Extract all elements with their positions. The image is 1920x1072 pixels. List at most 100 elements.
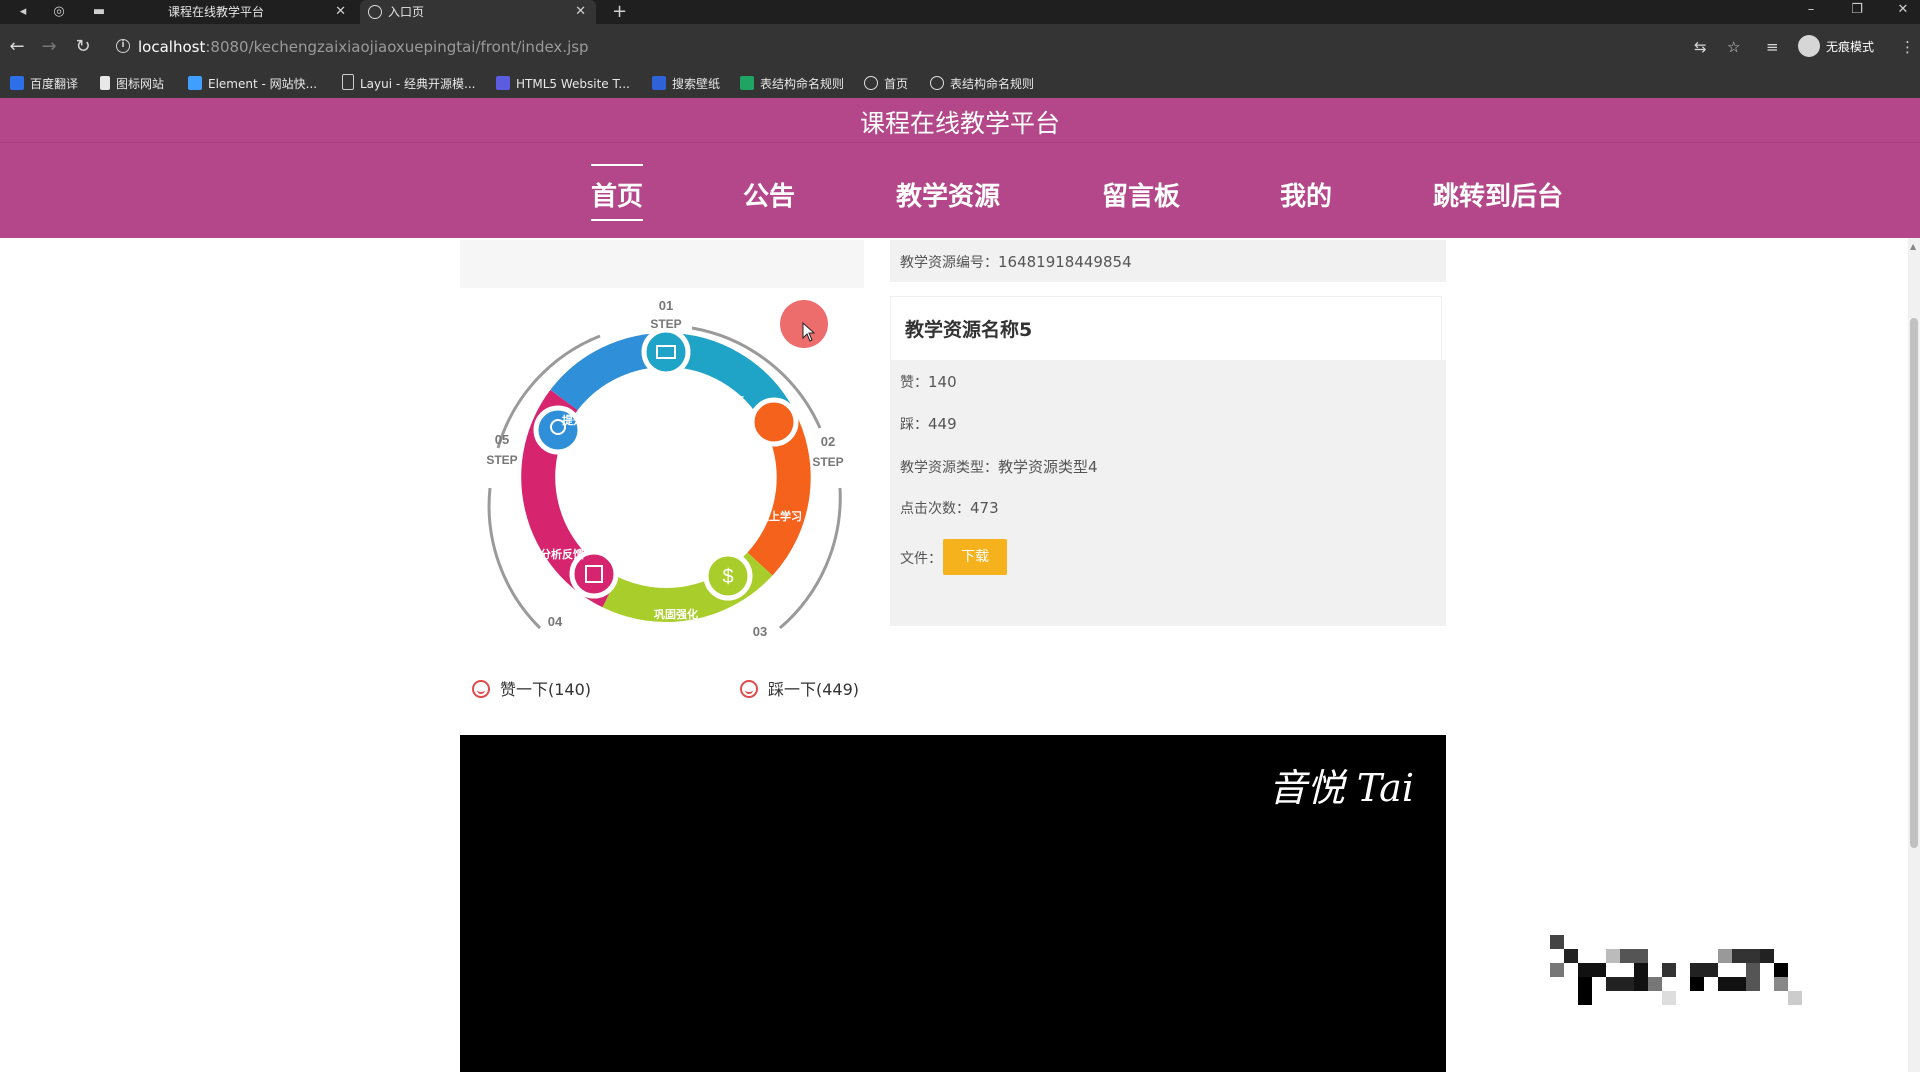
tab-entry-page[interactable]: 入口页 ✕ (360, 0, 596, 24)
video-watermark: 音悦 Tai (1268, 766, 1414, 810)
bookmark-label: 搜索壁纸 (672, 77, 721, 91)
step-label: 巩固强化 (654, 607, 698, 621)
menu-icon[interactable]: ⋮ (1900, 36, 1915, 58)
close-window-icon[interactable]: ✕ (1888, 0, 1918, 24)
translate-icon[interactable]: ⇆ (1694, 36, 1707, 58)
like-button[interactable]: 赞一下(140) (472, 676, 591, 700)
bookmark-home[interactable]: 首页 (864, 70, 908, 98)
page-scrollbar[interactable]: ▲ (1908, 238, 1920, 1072)
step-label: 任务发布 (699, 393, 744, 407)
resource-type-row: 教学资源类型：教学资源类型4 (900, 456, 1098, 477)
wallpaper-icon (652, 76, 666, 90)
resource-id-label: 教学资源编号： (900, 255, 998, 271)
resource-details: 赞：140 踩：449 教学资源类型：教学资源类型4 点击次数：473 文件： … (890, 360, 1446, 626)
dislike-count-row: 踩：449 (900, 414, 957, 434)
video-player[interactable]: 音悦 Tai (460, 735, 1446, 1072)
clock-icon (749, 397, 799, 447)
bookmark-label: 表结构命名规则 (950, 77, 1035, 91)
step-word: STEP (812, 455, 843, 469)
dislike-button[interactable]: 踩一下(449) (740, 676, 859, 700)
layui-icon (342, 74, 354, 90)
bookmark-table-naming[interactable]: 表结构命名规则 (740, 70, 844, 98)
tab-course-platform[interactable]: 课程在线教学平台 ✕ (140, 0, 356, 24)
new-tab-button[interactable]: + (612, 0, 627, 24)
bookmark-label: Layui - 经典开源模... (360, 77, 476, 91)
dislike-count-value: 449 (928, 415, 957, 433)
bookmark-icon-site[interactable]: 图标网站 (100, 70, 164, 98)
audio-icon[interactable]: ◂ (14, 3, 32, 21)
nav-go-to-admin[interactable]: 跳转到后台 (1433, 176, 1563, 213)
bookmark-table-naming-2[interactable]: 表结构命名规则 (930, 70, 1034, 98)
mail-icon (641, 327, 691, 377)
step-label: 线上学习 (758, 509, 802, 523)
scroll-up-icon[interactable]: ▲ (1910, 242, 1916, 251)
dollar-glyph: $ (722, 566, 733, 588)
bookmark-html5[interactable]: HTML5 Website T... (496, 70, 630, 98)
step-number: 01 (659, 298, 673, 313)
nav-active-indicator (591, 164, 643, 166)
restore-icon[interactable]: ❐ (1842, 0, 1872, 24)
nav-announcements[interactable]: 公告 (743, 176, 795, 213)
bookmark-label: HTML5 Website T... (516, 77, 630, 91)
step-word: STEP (486, 453, 517, 467)
like-count-row: 赞：140 (900, 372, 957, 392)
element-icon (188, 76, 202, 90)
click-count-value: 473 (970, 499, 999, 517)
globe-icon (930, 76, 944, 90)
nav-mine[interactable]: 我的 (1280, 176, 1332, 213)
url-text: localhost:8080/kechengzaixiaojiaoxueping… (138, 38, 589, 56)
flag-icon (100, 76, 110, 90)
forward-icon[interactable]: → (38, 36, 60, 58)
header-divider (0, 142, 1920, 143)
like-label: 赞一下(140) (500, 680, 592, 699)
pixelated-overlay (1550, 935, 1802, 1005)
nav-teaching-resources[interactable]: 教学资源 (896, 176, 1000, 213)
html5-icon (496, 76, 510, 90)
smile-icon (740, 680, 758, 698)
nav-home[interactable]: 首页 (591, 176, 643, 213)
star-icon[interactable]: ☆ (1727, 36, 1740, 58)
bookmark-label: 表结构命名规则 (760, 77, 845, 91)
bookmark-baidu-translate[interactable]: 百度翻译 (10, 70, 78, 98)
click-count-label: 点击次数： (900, 501, 970, 517)
tab-title: 入口页 (388, 5, 425, 19)
resource-id-row: 教学资源编号：16481918449854 (890, 240, 1446, 282)
bookmark-element[interactable]: Element - 网站快... (188, 70, 317, 98)
address-bar-row: ← → ↻ i localhost:8080/kechengzaixiaojia… (0, 24, 1920, 70)
resource-id-value: 16481918449854 (998, 253, 1132, 271)
reading-list-icon[interactable]: ≡ (1766, 36, 1779, 58)
info-icon[interactable]: i (116, 39, 130, 53)
globe-icon[interactable]: ◎ (50, 3, 68, 21)
bookmark-layui[interactable]: Layui - 经典开源模... (342, 70, 475, 98)
scrollbar-thumb[interactable] (1910, 318, 1918, 848)
step-number: 04 (548, 614, 563, 629)
tab-title: 课程在线教学平台 (168, 5, 265, 19)
file-label: 文件： (900, 551, 942, 567)
window-icon[interactable]: ▬ (90, 3, 108, 21)
image-panel-top (460, 240, 864, 288)
step-word: STEP (650, 317, 681, 331)
url-field[interactable]: i localhost:8080/kechengzaixiaojiaoxuepi… (108, 32, 1678, 62)
dislike-label: 踩一下(449) (768, 680, 860, 699)
profile-label[interactable]: 无痕模式 (1826, 38, 1874, 55)
url-host: localhost (138, 38, 206, 56)
like-count-value: 140 (928, 373, 957, 391)
bookmark-wallpaper[interactable]: 搜索壁纸 (652, 70, 720, 98)
close-icon[interactable]: ✕ (575, 0, 586, 24)
translate-icon (10, 76, 24, 90)
site-title: 课程在线教学平台 (859, 109, 1060, 138)
minimize-icon[interactable]: – (1796, 0, 1826, 24)
download-button[interactable]: 下载 (943, 539, 1007, 575)
incognito-icon[interactable] (1798, 35, 1820, 57)
url-path: :8080/kechengzaixiaojiaoxuepingtai/front… (205, 38, 589, 56)
nav-message-board[interactable]: 留言板 (1102, 176, 1180, 213)
globe-icon (368, 5, 382, 19)
resource-id: 教学资源编号：16481918449854 (900, 252, 1132, 272)
close-icon[interactable]: ✕ (335, 0, 346, 24)
reload-icon[interactable]: ↻ (72, 36, 94, 58)
nav-active-indicator (591, 219, 643, 221)
back-icon[interactable]: ← (6, 36, 28, 58)
step-number: 05 (495, 432, 509, 447)
sheet-icon (740, 76, 754, 90)
bookmarks-bar: 百度翻译 图标网站 Element - 网站快... Layui - 经典开源模… (0, 70, 1920, 98)
